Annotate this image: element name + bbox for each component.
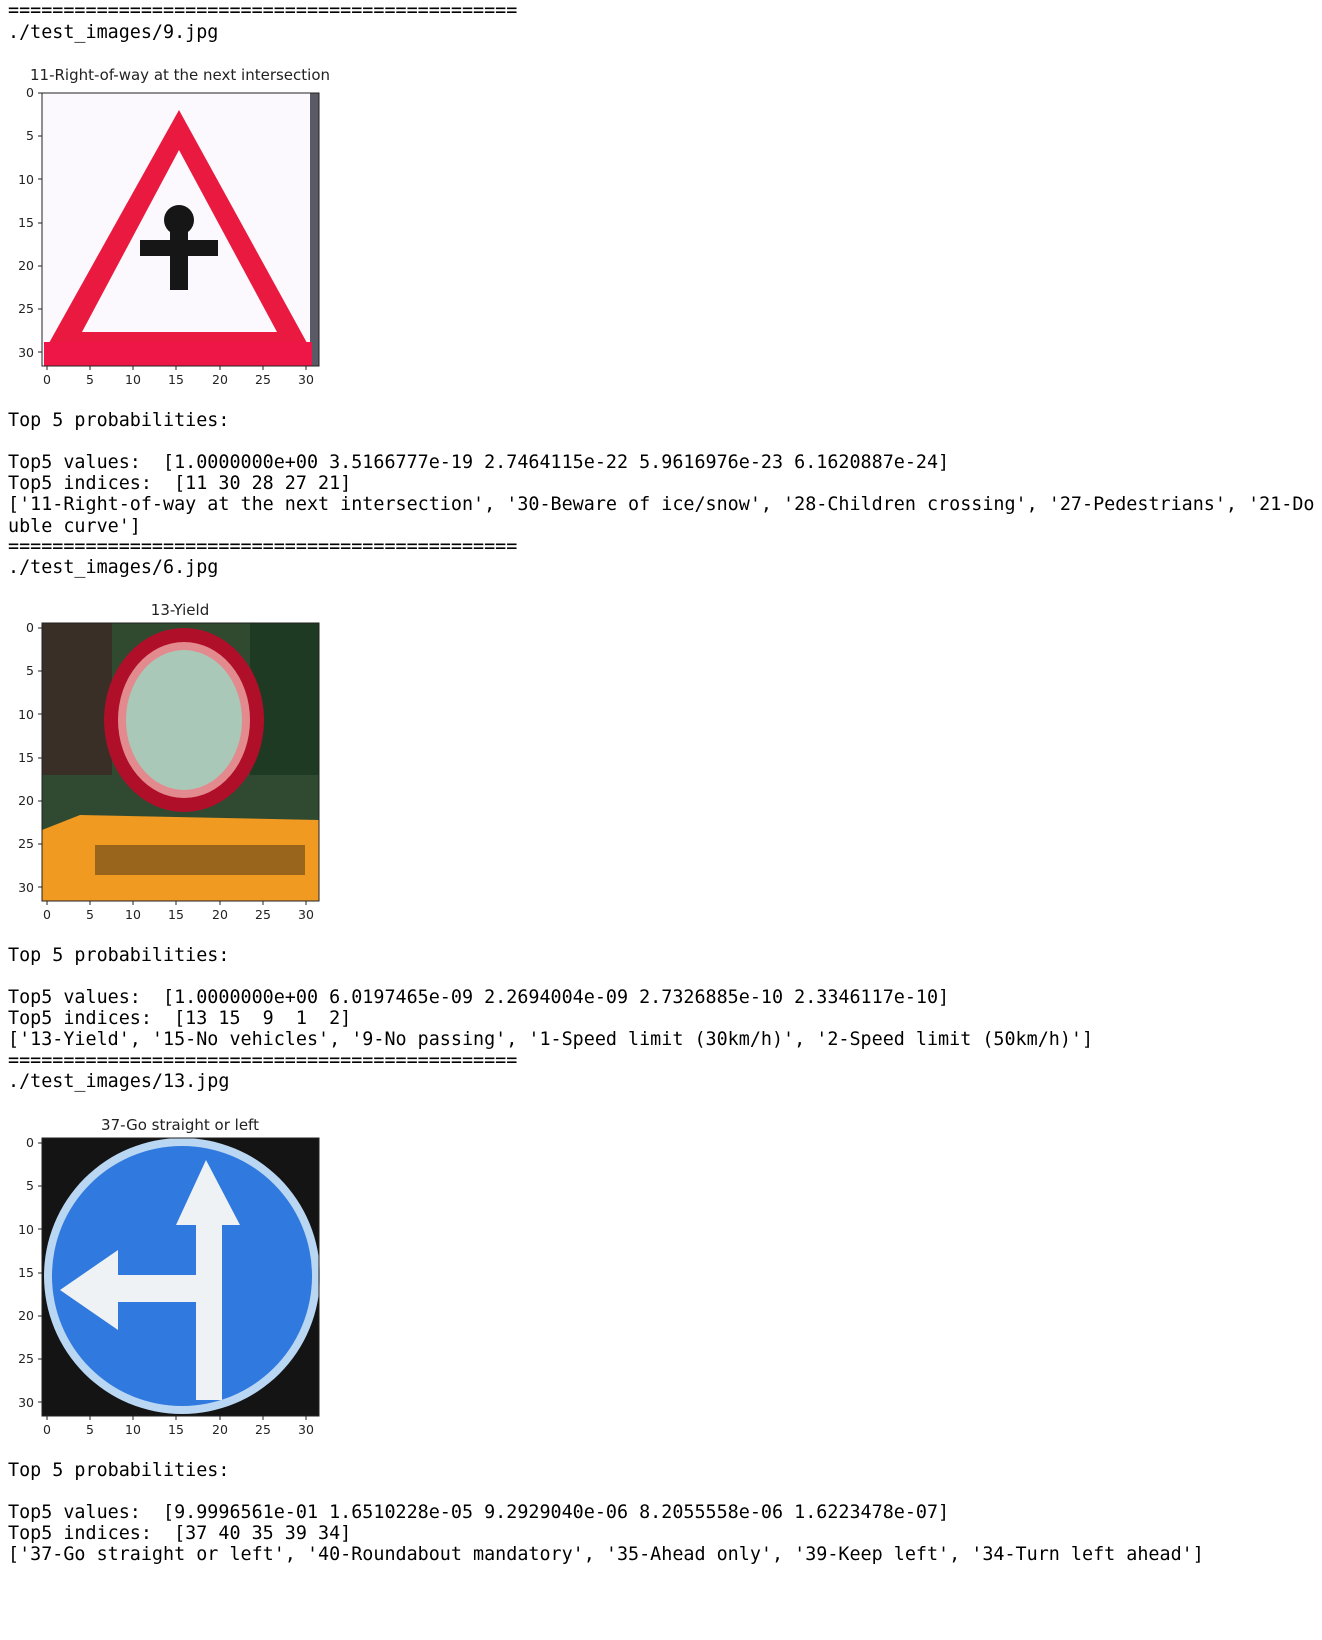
top5-labels: ['11-Right-of-way at the next intersecti… (8, 494, 1315, 537)
y-tick-label: 30 (18, 1395, 34, 1410)
top5-values: Top5 values: [1.0000000e+00 6.0197465e-0… (8, 987, 950, 1008)
x-tick-label: 5 (86, 372, 94, 387)
image-plot: 0 5 10 15 20 25 30 0 5 10 15 20 25 30 (18, 1135, 320, 1437)
top5-header: Top 5 probabilities: (8, 1460, 230, 1481)
no-vehicles-sign-with-detour-board-icon (42, 623, 319, 901)
image-path: ./test_images/6.jpg (8, 557, 219, 578)
y-tick-label: 10 (18, 1222, 34, 1237)
separator: ========================================… (8, 0, 518, 21)
y-tick-label: 25 (18, 301, 34, 316)
top5-labels: ['13-Yield', '15-No vehicles', '9-No pas… (8, 1029, 1094, 1050)
y-tick-label: 0 (26, 1135, 34, 1150)
x-tick-label: 15 (168, 372, 184, 387)
x-tick-label: 0 (43, 372, 51, 387)
go-straight-or-left-sign-icon (42, 1138, 320, 1416)
y-tick-label: 20 (18, 793, 34, 808)
x-tick-label: 20 (212, 1422, 228, 1437)
x-tick-label: 10 (125, 907, 141, 922)
image-path: ./test_images/9.jpg (8, 22, 219, 43)
y-tick-label: 5 (26, 1178, 34, 1193)
y-tick-label: 10 (18, 707, 34, 722)
x-tick-label: 30 (298, 372, 314, 387)
x-tick-label: 25 (255, 907, 271, 922)
right-of-way-triangle-sign-icon (42, 93, 319, 366)
top5-labels: ['37-Go straight or left', '40-Roundabou… (8, 1544, 1204, 1565)
y-tick-label: 30 (18, 880, 34, 895)
y-tick-label: 15 (18, 215, 34, 230)
image-plot: 0 5 10 15 20 25 30 0 5 10 15 20 25 30 (18, 85, 320, 387)
x-tick-label: 15 (168, 907, 184, 922)
image-plot: 0 5 10 15 20 25 30 0 5 10 15 20 25 30 (18, 620, 320, 922)
top5-indices: Top5 indices: [37 40 35 39 34] (8, 1523, 352, 1544)
x-tick-label: 25 (255, 1422, 271, 1437)
y-tick-label: 0 (26, 85, 34, 100)
x-tick-label: 15 (168, 1422, 184, 1437)
x-tick-label: 5 (86, 1422, 94, 1437)
y-tick-label: 0 (26, 620, 34, 635)
y-tick-label: 5 (26, 663, 34, 678)
x-tick-label: 20 (212, 372, 228, 387)
x-tick-label: 0 (43, 1422, 51, 1437)
y-tick-label: 20 (18, 1308, 34, 1323)
y-tick-label: 25 (18, 1351, 34, 1366)
x-tick-label: 25 (255, 372, 271, 387)
y-tick-label: 15 (18, 1265, 34, 1280)
x-tick-label: 20 (212, 907, 228, 922)
separator: ========================================… (8, 536, 518, 557)
x-tick-label: 0 (43, 907, 51, 922)
x-tick-label: 30 (298, 1422, 314, 1437)
y-tick-label: 20 (18, 258, 34, 273)
y-tick-label: 15 (18, 750, 34, 765)
image-path: ./test_images/13.jpg (8, 1071, 230, 1092)
y-tick-label: 5 (26, 128, 34, 143)
top5-indices: Top5 indices: [13 15 9 1 2] (8, 1008, 352, 1029)
x-tick-label: 10 (125, 372, 141, 387)
x-tick-label: 30 (298, 907, 314, 922)
top5-indices: Top5 indices: [11 30 28 27 21] (8, 473, 352, 494)
top5-header: Top 5 probabilities: (8, 410, 230, 431)
x-tick-label: 10 (125, 1422, 141, 1437)
top5-header: Top 5 probabilities: (8, 945, 230, 966)
top5-values: Top5 values: [1.0000000e+00 3.5166777e-1… (8, 452, 950, 473)
y-tick-label: 25 (18, 836, 34, 851)
y-tick-label: 30 (18, 345, 34, 360)
top5-values: Top5 values: [9.9996561e-01 1.6510228e-0… (8, 1502, 950, 1523)
separator: ========================================… (8, 1050, 518, 1071)
x-tick-label: 5 (86, 907, 94, 922)
y-tick-label: 10 (18, 172, 34, 187)
